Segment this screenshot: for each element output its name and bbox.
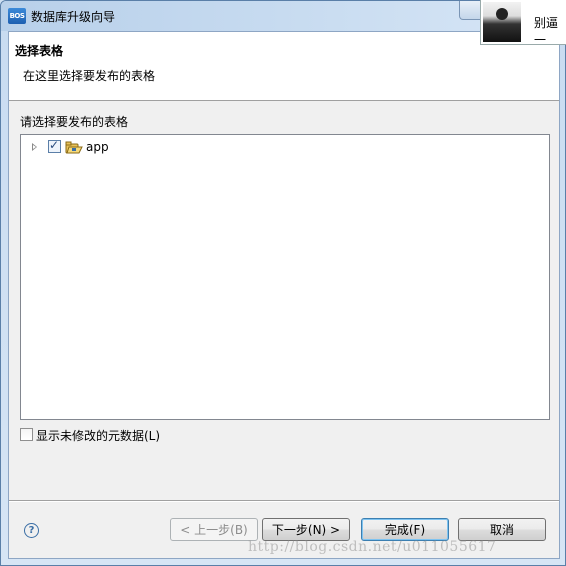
expand-arrow-icon[interactable] <box>32 143 37 151</box>
avatar <box>483 2 521 42</box>
back-button[interactable]: < 上一步(B) <box>170 518 258 541</box>
wizard-window: BOS 数据库升级向导 选择表格 在这里选择要发布的表格 请选择要发布的表格 ✓… <box>0 0 566 566</box>
app-icon: BOS <box>8 8 26 24</box>
table-select-label: 请选择要发布的表格 <box>20 115 129 129</box>
page-title: 选择表格 <box>15 44 64 58</box>
next-button[interactable]: 下一步(N) > <box>262 518 350 541</box>
show-unmodified-label[interactable]: 显示未修改的元数据(L) <box>36 427 160 444</box>
help-icon[interactable]: ? <box>24 523 39 538</box>
checkmark-icon: ✓ <box>49 138 60 152</box>
notification-popup[interactable]: 别逼一 <box>480 0 566 47</box>
tree-item-app[interactable]: ✓ app <box>21 138 549 157</box>
cancel-button[interactable]: 取消 <box>458 518 546 541</box>
tree-item-label: app <box>86 140 109 154</box>
popup-text: 别逼一 <box>534 16 559 47</box>
show-unmodified-checkbox[interactable] <box>20 428 33 441</box>
finish-button[interactable]: 完成(F) <box>361 518 449 541</box>
tree-item-checkbox[interactable]: ✓ <box>48 138 61 153</box>
page-description: 在这里选择要发布的表格 <box>23 69 156 83</box>
watermark: http://blog.csdn.net/u011055617 <box>248 539 497 555</box>
table-tree[interactable]: ✓ app <box>20 134 550 420</box>
wizard-body: 选择表格 在这里选择要发布的表格 请选择要发布的表格 ✓ app 显示未修改的元… <box>8 31 560 559</box>
wizard-header: 选择表格 在这里选择要发布的表格 <box>9 32 559 101</box>
window-title: 数据库升级向导 <box>31 10 116 24</box>
database-folder-icon <box>65 141 83 154</box>
button-separator <box>9 500 559 502</box>
